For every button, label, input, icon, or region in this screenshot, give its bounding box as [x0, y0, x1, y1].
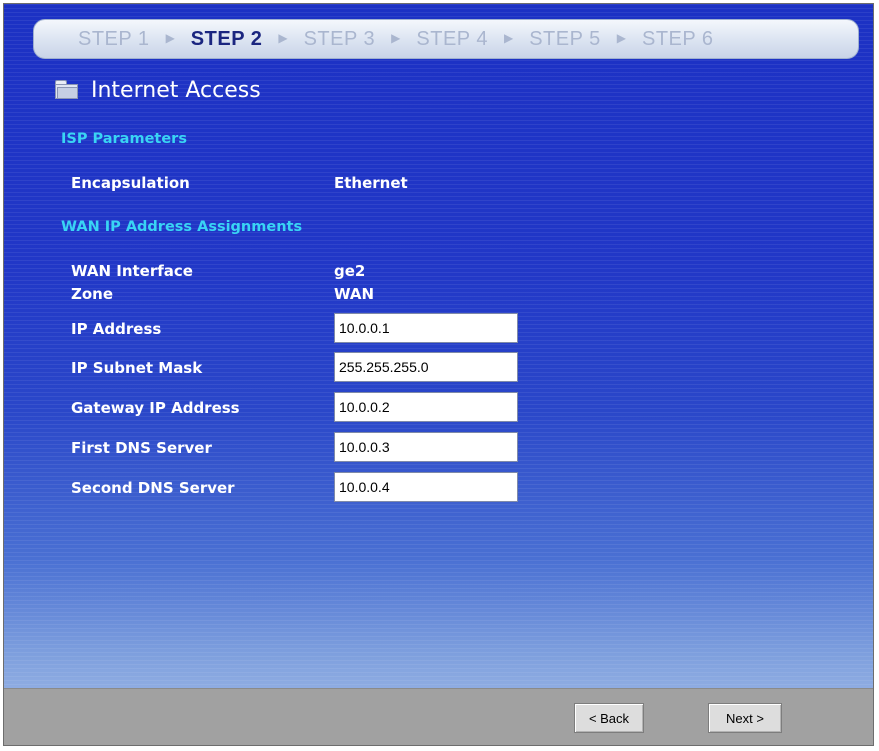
- ip-subnet-mask-label: IP Subnet Mask: [71, 359, 203, 377]
- zone-value: WAN: [334, 285, 375, 303]
- second-dns-server-input[interactable]: [334, 472, 518, 502]
- step-1: STEP 1: [78, 27, 150, 50]
- second-dns-server-label: Second DNS Server: [71, 479, 235, 497]
- step-separator-icon: ▶: [278, 31, 288, 45]
- first-dns-server-input[interactable]: [334, 432, 518, 462]
- step-2-active: STEP 2: [190, 27, 263, 50]
- step-separator-icon: ▶: [165, 31, 175, 45]
- wan-ip-assignments-heading: WAN IP Address Assignments: [61, 219, 303, 235]
- step-separator-icon: ▶: [391, 31, 401, 45]
- step-3: STEP 3: [303, 27, 376, 50]
- first-dns-server-label: First DNS Server: [71, 439, 212, 457]
- folder-icon: [55, 80, 79, 100]
- zone-label: Zone: [71, 285, 114, 303]
- ip-subnet-mask-input[interactable]: [334, 352, 518, 382]
- wizard-window: STEP 1 ▶ STEP 2 ▶ STEP 3 ▶ STEP 4 ▶ STEP…: [3, 3, 874, 746]
- page-title: Internet Access: [91, 77, 261, 103]
- wan-interface-value: ge2: [334, 262, 366, 280]
- back-button[interactable]: < Back: [574, 703, 644, 733]
- step-5: STEP 5: [529, 27, 601, 50]
- footer-bar: < Back Next >: [4, 688, 873, 745]
- wan-interface-label: WAN Interface: [71, 262, 193, 280]
- gateway-ip-address-label: Gateway IP Address: [71, 399, 240, 417]
- step-separator-icon: ▶: [503, 31, 514, 45]
- next-button[interactable]: Next >: [708, 703, 782, 733]
- isp-parameters-heading: ISP Parameters: [61, 131, 187, 147]
- page-header: Internet Access: [55, 75, 261, 105]
- step-progress-bar: STEP 1 ▶ STEP 2 ▶ STEP 3 ▶ STEP 4 ▶ STEP…: [33, 19, 859, 59]
- step-6: STEP 6: [641, 27, 714, 50]
- encapsulation-value: Ethernet: [334, 174, 408, 192]
- ip-address-input[interactable]: [334, 313, 518, 343]
- ip-address-label: IP Address: [71, 320, 162, 338]
- gateway-ip-address-input[interactable]: [334, 392, 518, 422]
- step-4: STEP 4: [416, 27, 488, 50]
- encapsulation-label: Encapsulation: [71, 174, 190, 192]
- step-separator-icon: ▶: [616, 31, 626, 45]
